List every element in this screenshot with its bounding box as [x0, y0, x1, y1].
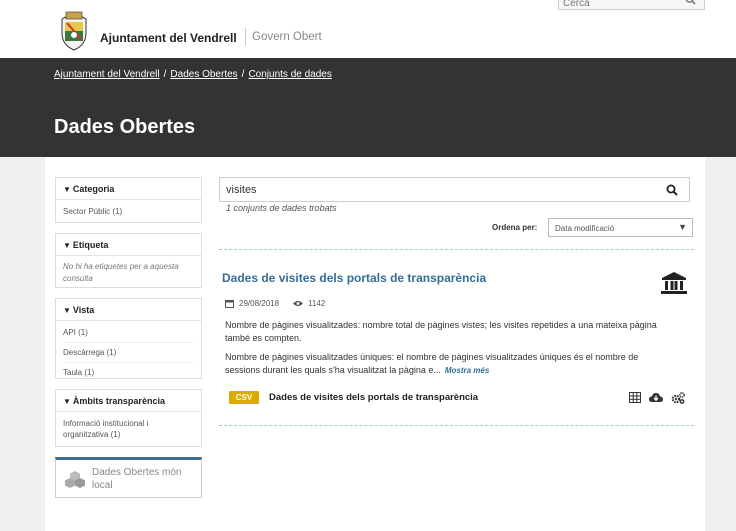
- dataset-search-input[interactable]: [220, 178, 640, 201]
- facet-empty-message: No hi ha etiquetes per a aquesta consult…: [63, 262, 179, 283]
- dataset-description-2: Nombre de pàgines visualitzades úniques:…: [225, 351, 675, 377]
- main-content: ▼ Categoria Sector Públic (1) ▼ Etiqueta N…: [45, 157, 705, 531]
- search-icon[interactable]: [685, 0, 696, 5]
- breadcrumb: Ajuntament del Vendrell / Dades Obertes / Co…: [54, 69, 332, 80]
- table-view-icon[interactable]: [629, 392, 641, 403]
- brand-subtitle[interactable]: Govern Obert: [252, 31, 322, 43]
- filter-icon: ▼: [63, 185, 71, 194]
- facet-title: ▼ Categoria: [56, 178, 201, 200]
- cloud-download-icon[interactable]: [649, 392, 663, 403]
- filter-icon: ▼: [63, 306, 71, 315]
- calendar-icon: [225, 300, 234, 308]
- local-box-line2: local: [92, 480, 113, 491]
- sort-label: Ordena per:: [492, 223, 538, 232]
- breadcrumb-separator: /: [163, 69, 167, 80]
- facet-title: ▼ Etiqueta: [56, 234, 201, 256]
- results-count: 1 conjunts de dades trobats: [226, 203, 337, 213]
- coat-of-arms-logo[interactable]: [56, 9, 92, 51]
- resource-actions: [629, 392, 685, 404]
- facet-ambits: ▼ Àmbits transparència Informació institu…: [55, 389, 202, 447]
- facet-item[interactable]: Informació institucional i organitzativa…: [63, 414, 194, 444]
- brand-name[interactable]: Ajuntament del Vendrell: [100, 31, 237, 45]
- divider: [219, 249, 694, 250]
- dataset-description-text: Nombre de pàgines visualitzades úniques:…: [225, 352, 639, 375]
- local-box-line1: Dades Obertes món: [92, 467, 182, 478]
- facet-title-text: Vista: [72, 305, 95, 315]
- breadcrumb-datasets[interactable]: Conjunts de dades: [248, 69, 331, 80]
- facet-item-table[interactable]: Taula (1): [63, 363, 194, 382]
- chevron-down-icon: ▼: [678, 222, 687, 232]
- dataset-meta: 29/08/2018 1142: [225, 299, 325, 308]
- page-title: Dades Obertes: [54, 116, 196, 138]
- facet-etiqueta: ▼ Etiqueta No hi ha etiquetes per a aques…: [55, 233, 202, 288]
- dataset-date: 29/08/2018: [239, 299, 280, 308]
- local-open-data-link[interactable]: Dades Obertes món local: [55, 457, 202, 498]
- brand-divider: [245, 28, 246, 46]
- resource-title[interactable]: Dades de visites dels portals de transpa…: [269, 392, 478, 403]
- search-icon[interactable]: [666, 184, 678, 196]
- show-more-link[interactable]: Mostra més: [445, 366, 489, 375]
- filter-icon: ▼: [63, 397, 71, 406]
- header-search-input[interactable]: [559, 0, 674, 12]
- dataset-views: 1142: [308, 299, 326, 308]
- api-gears-icon[interactable]: [671, 392, 685, 404]
- hero-banner: Ajuntament del Vendrell / Dades Obertes / Co…: [0, 58, 736, 157]
- breadcrumb-separator: /: [241, 69, 245, 80]
- facet-title-text: Àmbits transparència: [72, 396, 165, 406]
- institution-icon: [661, 272, 687, 294]
- resource-row: CSV Dades de visites dels portals de tra…: [229, 390, 685, 406]
- facet-item[interactable]: Sector Públic (1): [63, 202, 194, 221]
- facet-title: ▼ Vista: [56, 299, 201, 321]
- facet-item-api[interactable]: API (1): [63, 323, 194, 343]
- dataset-search: [219, 177, 690, 202]
- breadcrumb-home[interactable]: Ajuntament del Vendrell: [54, 69, 160, 80]
- cubes-icon: [65, 471, 85, 488]
- local-box-label: Dades Obertes món local: [92, 466, 182, 492]
- breadcrumb-open-data[interactable]: Dades Obertes: [170, 69, 237, 80]
- filter-icon: ▼: [63, 241, 71, 250]
- facet-title-text: Etiqueta: [72, 240, 109, 250]
- facet-title: ▼ Àmbits transparència: [56, 390, 201, 412]
- facet-item-download[interactable]: Descàrrega (1): [63, 343, 194, 363]
- facet-vista: ▼ Vista API (1) Descàrrega (1) Taula (1): [55, 298, 202, 379]
- sort-select[interactable]: Data modificació ▼: [548, 218, 693, 237]
- facet-categoria: ▼ Categoria Sector Públic (1): [55, 177, 202, 223]
- dataset-description-1: Nombre de pàgines visualitzades: nombre …: [225, 320, 657, 343]
- sort-selected-value: Data modificació: [555, 224, 615, 233]
- eye-icon: [293, 301, 304, 306]
- site-header: Ajuntament del Vendrell Govern Obert: [0, 0, 736, 58]
- divider: [219, 425, 694, 426]
- csv-format-badge: CSV: [229, 391, 259, 404]
- facet-title-text: Categoria: [72, 184, 115, 194]
- header-search: [558, 0, 705, 12]
- dataset-title-link[interactable]: Dades de visites dels portals de transpa…: [222, 271, 486, 285]
